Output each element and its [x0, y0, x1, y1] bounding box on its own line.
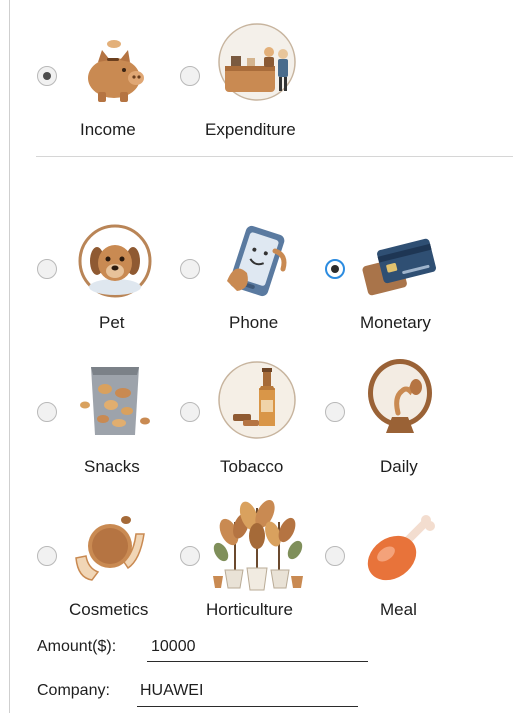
bottle-icon — [218, 361, 296, 439]
snacks-radio[interactable] — [37, 402, 57, 422]
daily-label: Daily — [380, 457, 418, 476]
meal-label: Meal — [380, 600, 417, 619]
snacks-label: Snacks — [84, 457, 140, 476]
meal-radio[interactable] — [325, 546, 345, 566]
amount-input-underline — [147, 661, 368, 662]
pet-radio[interactable] — [37, 259, 57, 279]
company-input-underline — [137, 706, 358, 707]
cosmetics-label: Cosmetics — [69, 600, 149, 619]
tobacco-label: Tobacco — [220, 457, 284, 476]
potted-plants-icon — [205, 492, 309, 596]
section-divider — [36, 156, 513, 157]
monetary-radio[interactable] — [325, 259, 345, 279]
income-label: Income — [80, 120, 136, 139]
amount-label: Amount($): — [37, 638, 117, 655]
compact-mirror-icon — [75, 516, 145, 581]
income-radio[interactable] — [37, 66, 57, 86]
phone-label: Phone — [229, 313, 279, 332]
amount-input[interactable]: 10000 — [151, 638, 196, 656]
daily-radio[interactable] — [325, 402, 345, 422]
credit-card-icon — [362, 238, 436, 296]
phone-radio[interactable] — [180, 259, 200, 279]
company-input[interactable]: HUAWEI — [140, 682, 203, 700]
piggy-bank-icon — [88, 40, 144, 102]
drumstick-icon — [367, 515, 435, 581]
expenditure-radio[interactable] — [180, 66, 200, 86]
chips-bag-icon — [80, 367, 150, 435]
mirror-icon — [368, 359, 432, 433]
record-form: Income Expenditure Pet Phone Monetary Sn… — [0, 0, 513, 713]
horticulture-label: Horticulture — [206, 600, 293, 619]
tobacco-radio[interactable] — [180, 402, 200, 422]
company-label: Company: — [37, 682, 110, 699]
phone-icon — [227, 225, 287, 297]
reception-desk-icon — [218, 23, 296, 101]
pet-label: Pet — [99, 313, 125, 332]
expenditure-label: Expenditure — [205, 120, 296, 139]
dog-icon — [78, 224, 152, 298]
panel-border — [9, 0, 10, 713]
horticulture-radio[interactable] — [180, 546, 200, 566]
monetary-label: Monetary — [360, 313, 431, 332]
cosmetics-radio[interactable] — [37, 546, 57, 566]
